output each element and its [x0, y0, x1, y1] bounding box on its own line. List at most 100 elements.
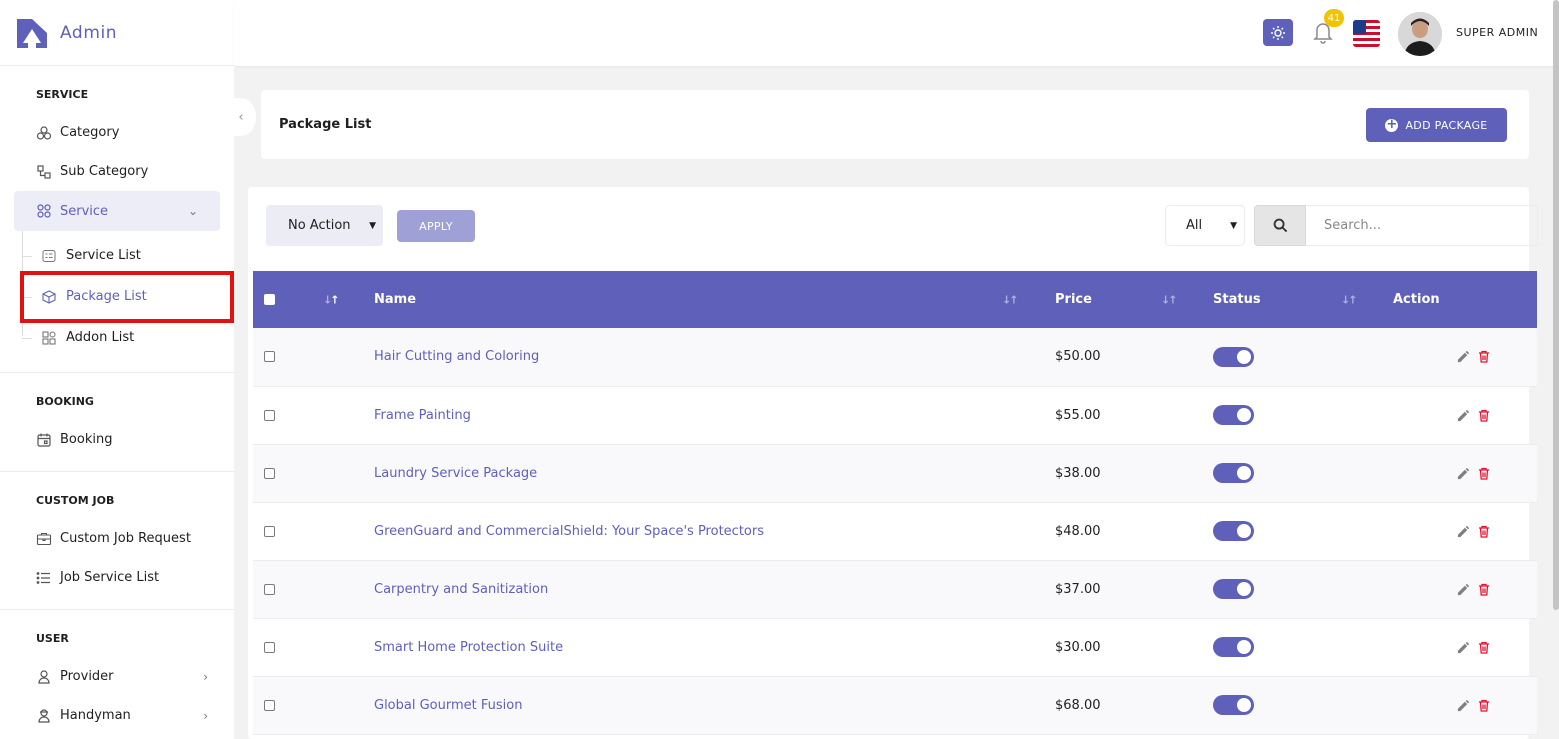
sidebar-item-booking[interactable]: Booking: [0, 420, 234, 459]
brand-title: Admin: [60, 22, 118, 43]
package-name-link[interactable]: Carpentry and Sanitization: [374, 560, 1055, 619]
row-checkbox[interactable]: [264, 351, 275, 363]
row-checkbox[interactable]: [264, 641, 275, 653]
section-title: CUSTOM JOB: [36, 494, 115, 507]
service-icon: [37, 204, 51, 218]
package-name-link[interactable]: Frame Painting: [374, 386, 1055, 445]
apply-button[interactable]: APPLY: [397, 210, 475, 242]
category-icon: [36, 125, 52, 140]
table-header-row: ↓↑ Name ↓↑ Price ↓↑ Status ↓↑ Action: [253, 271, 1537, 328]
package-price: $37.00: [1055, 560, 1213, 619]
delete-icon[interactable]: [1478, 409, 1490, 422]
sidebar-item-service-list[interactable]: Service List: [22, 235, 234, 276]
status-toggle[interactable]: [1213, 463, 1254, 483]
delete-icon[interactable]: [1478, 525, 1490, 538]
package-price: $50.00: [1055, 328, 1213, 387]
chevron-left-icon: ‹: [238, 109, 244, 125]
package-name-link[interactable]: Smart Home Protection Suite: [374, 618, 1055, 677]
list-card-icon: [42, 249, 56, 262]
chevron-right-icon: ›: [203, 708, 208, 723]
chevron-down-icon: ▼: [369, 220, 376, 231]
row-checkbox[interactable]: [264, 525, 275, 537]
delete-icon[interactable]: [1478, 350, 1490, 363]
delete-icon[interactable]: [1478, 583, 1490, 596]
edit-icon[interactable]: [1457, 641, 1470, 654]
add-package-button[interactable]: + ADD PACKAGE: [1366, 108, 1507, 142]
status-header[interactable]: Status ↓↑: [1213, 271, 1393, 328]
us-flag-icon[interactable]: [1353, 20, 1380, 47]
edit-icon[interactable]: [1457, 409, 1470, 422]
table-row: GreenGuard and CommercialShield: Your Sp…: [253, 502, 1537, 561]
section-title: SERVICE: [36, 88, 89, 101]
status-filter-select[interactable]: All ▼: [1165, 205, 1245, 246]
sidebar-item-sub-category[interactable]: Sub Category: [0, 152, 234, 191]
package-name-link[interactable]: Global Gourmet Fusion: [374, 676, 1055, 735]
sidebar-section-custom-job: CUSTOM JOB Custom Job Request Job Servic…: [0, 472, 234, 610]
sidebar-collapse-button[interactable]: ‹: [226, 98, 256, 136]
plus-circle-icon: +: [1385, 116, 1399, 132]
sidebar-item-package-list[interactable]: Package List: [22, 276, 234, 317]
delete-icon[interactable]: [1478, 467, 1490, 480]
table-row: Frame Painting $55.00: [253, 386, 1537, 445]
row-checkbox[interactable]: [264, 583, 275, 595]
sidebar-item-addon-list[interactable]: Addon List: [22, 317, 234, 358]
package-name-link[interactable]: GreenGuard and CommercialShield: Your Sp…: [374, 502, 1055, 561]
briefcase-icon: [36, 532, 52, 545]
sub-category-icon: [37, 164, 51, 179]
package-price: $55.00: [1055, 386, 1213, 445]
select-all-header: ↓↑: [253, 271, 374, 328]
status-toggle[interactable]: [1213, 695, 1254, 715]
sidebar-item-label: Provider: [60, 669, 114, 684]
search-input[interactable]: Search...: [1306, 205, 1538, 246]
sidebar-item-service[interactable]: Service ⌄: [14, 191, 220, 231]
sidebar-item-label: Sub Category: [60, 164, 149, 179]
sidebar-item-handyman[interactable]: Handyman ›: [0, 696, 234, 735]
status-toggle[interactable]: [1213, 405, 1254, 425]
theme-toggle-button[interactable]: [1263, 19, 1293, 46]
package-price: $38.00: [1055, 444, 1213, 503]
delete-icon[interactable]: [1478, 641, 1490, 654]
user-name[interactable]: SUPER ADMIN: [1456, 26, 1538, 39]
edit-icon[interactable]: [1457, 525, 1470, 538]
status-toggle[interactable]: [1213, 579, 1254, 599]
status-toggle[interactable]: [1213, 521, 1254, 541]
edit-icon[interactable]: [1457, 583, 1470, 596]
status-toggle[interactable]: [1213, 346, 1254, 367]
row-checkbox[interactable]: [264, 409, 275, 421]
sort-icon[interactable]: ↓↑: [1002, 293, 1019, 306]
table-row: Laundry Service Package $38.00: [253, 444, 1537, 503]
avatar[interactable]: [1398, 12, 1442, 56]
row-actions: [1393, 350, 1537, 363]
sidebar-item-provider[interactable]: Provider ›: [0, 657, 234, 696]
sidebar-item-custom-job-request[interactable]: Custom Job Request: [0, 519, 234, 558]
bulk-action-select[interactable]: No Action ▼: [266, 205, 383, 246]
package-price: $30.00: [1055, 618, 1213, 677]
price-header[interactable]: Price ↓↑: [1055, 271, 1213, 328]
edit-icon[interactable]: [1457, 467, 1470, 480]
row-checkbox[interactable]: [264, 699, 275, 711]
bulk-action-value: No Action: [288, 218, 351, 233]
delete-icon[interactable]: [1478, 699, 1490, 712]
search-button[interactable]: [1254, 205, 1306, 246]
edit-icon[interactable]: [1457, 699, 1470, 712]
sort-icon[interactable]: ↓↑: [1341, 293, 1358, 306]
scrollbar[interactable]: [1553, 0, 1559, 610]
package-name-link[interactable]: Laundry Service Package: [374, 444, 1055, 503]
action-header-label: Action: [1393, 292, 1440, 307]
edit-icon[interactable]: [1457, 350, 1470, 363]
addon-icon: [42, 330, 56, 345]
sidebar-item-category[interactable]: Category: [0, 113, 234, 152]
status-header-label: Status: [1213, 292, 1261, 307]
select-all-checkbox[interactable]: [264, 294, 275, 305]
brand[interactable]: Admin: [0, 0, 234, 66]
name-header[interactable]: Name ↓↑: [374, 271, 1055, 328]
status-toggle[interactable]: [1213, 637, 1254, 657]
sidebar-item-label: Booking: [60, 432, 113, 447]
sort-icon[interactable]: ↓↑: [1161, 293, 1178, 306]
sidebar-item-job-service-list[interactable]: Job Service List: [0, 558, 234, 597]
sun-icon: [1271, 25, 1285, 40]
row-checkbox[interactable]: [264, 467, 275, 479]
calendar-icon: [37, 433, 51, 447]
package-name-link[interactable]: Hair Cutting and Coloring: [374, 328, 1055, 387]
sort-icon[interactable]: ↓↑: [323, 293, 340, 306]
